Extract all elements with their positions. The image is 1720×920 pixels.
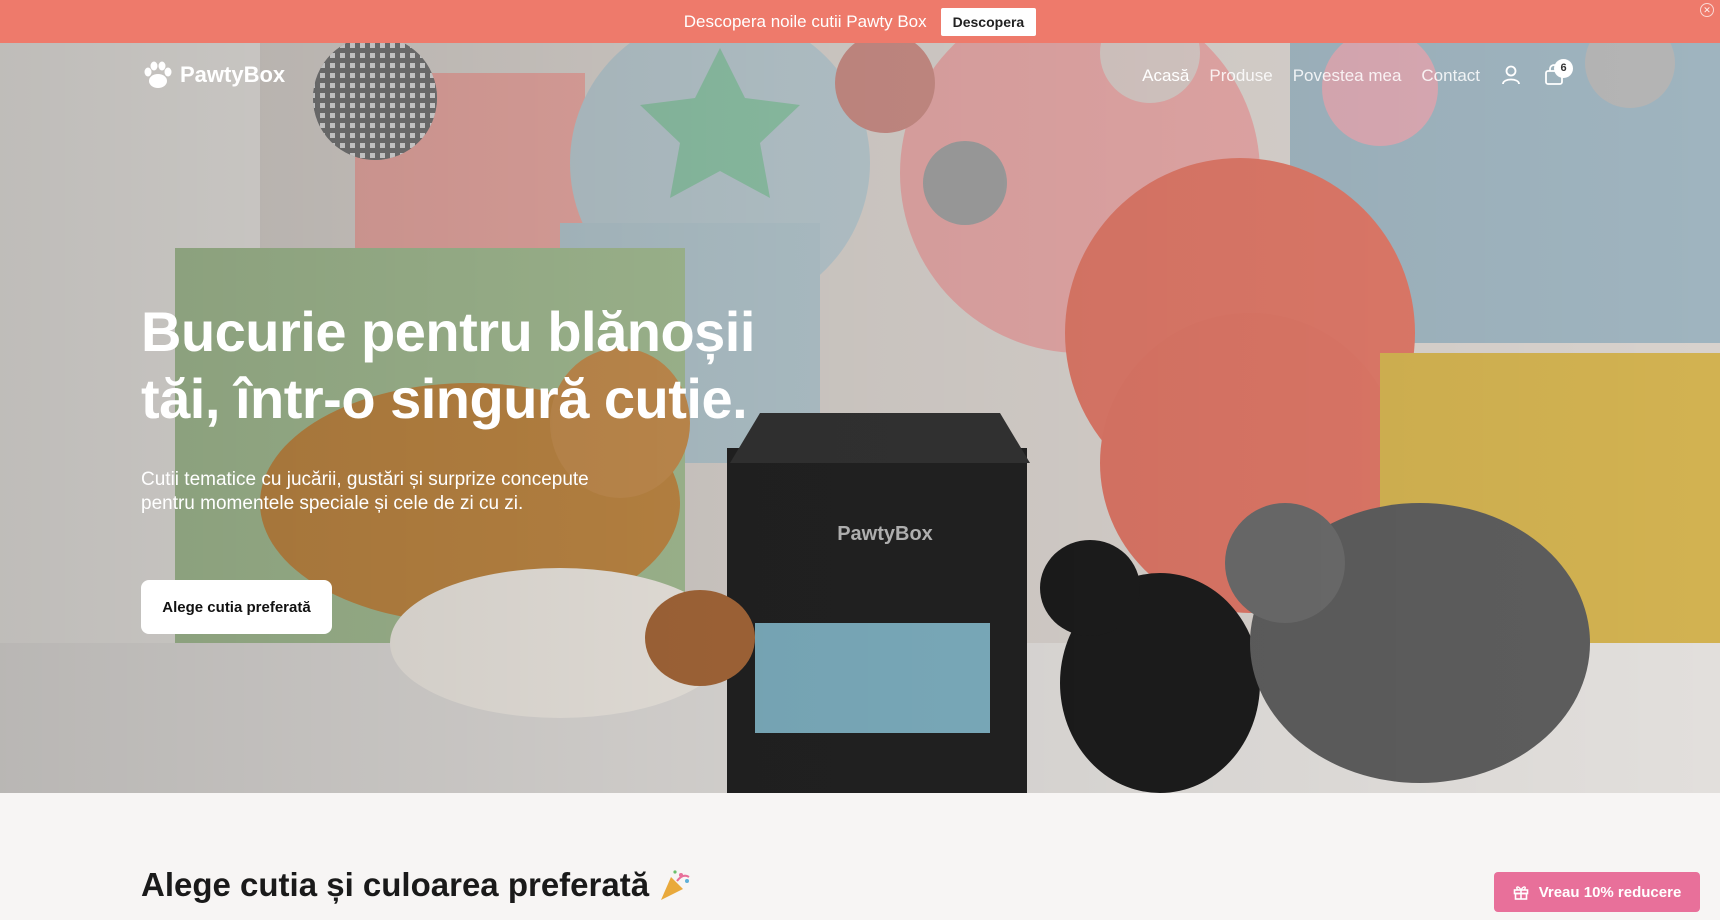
section-title-text: Alege cutia și culoarea preferată (141, 866, 650, 903)
hero-subtitle: Cutii tematice cu jucării, gustări și su… (141, 469, 589, 514)
announcement-discover-button[interactable]: Descopera (940, 7, 1037, 36)
cart-count-badge: 6 (1554, 59, 1573, 78)
choose-box-button[interactable]: Alege cutia preferată (141, 580, 332, 634)
gift-icon (1513, 886, 1529, 900)
section-title: Alege cutia și culoarea preferată (141, 866, 693, 904)
nav-products[interactable]: Produse (1209, 66, 1272, 86)
discount-button[interactable]: Vreau 10% reducere (1494, 872, 1700, 912)
paw-icon (144, 61, 172, 88)
discount-label: Vreau 10% reducere (1538, 883, 1682, 901)
announcement-text: Descopera noile cutii Pawty Box (683, 11, 927, 31)
user-icon[interactable] (1500, 64, 1522, 86)
nav-story[interactable]: Povestea mea (1293, 66, 1402, 86)
close-icon[interactable]: ✕ (1700, 3, 1714, 17)
hero-title: Bucurie pentru blănoșii tăi, într-o sing… (141, 300, 755, 430)
party-popper-icon (661, 870, 690, 900)
main-nav: Acasă Produse Povestea mea Contact (1142, 66, 1480, 86)
nav-home[interactable]: Acasă (1142, 66, 1189, 86)
site-logo[interactable]: PawtyBox (142, 60, 285, 90)
announcement-bar: Descopera noile cutii Pawty Box Descoper… (0, 0, 1720, 43)
logo-text: PawtyBox (180, 62, 286, 87)
nav-contact[interactable]: Contact (1421, 66, 1480, 86)
